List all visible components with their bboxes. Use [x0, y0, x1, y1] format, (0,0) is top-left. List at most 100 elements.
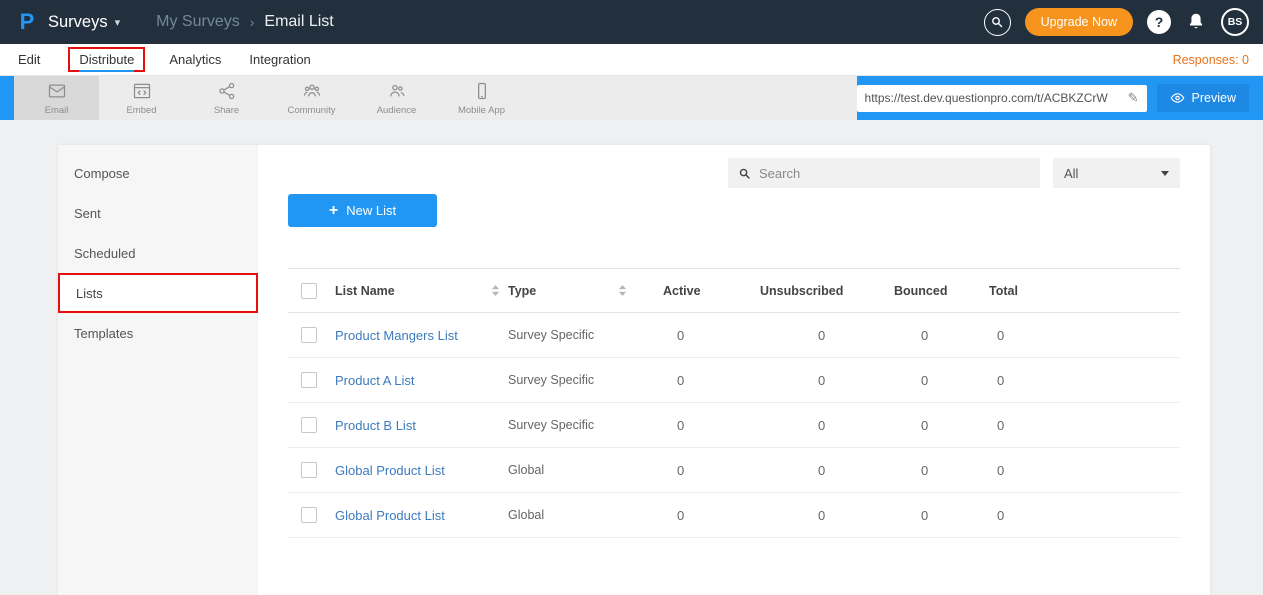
row-checkbox[interactable] — [301, 327, 317, 343]
breadcrumb-separator-icon: › — [250, 14, 255, 30]
row-checkbox[interactable] — [301, 372, 317, 388]
page-content: Compose Sent Scheduled Lists Templates A… — [0, 120, 1263, 595]
unsubscribed-count: 0 — [760, 508, 894, 523]
email-lists-card: Compose Sent Scheduled Lists Templates A… — [58, 145, 1210, 595]
channel-email[interactable]: Email — [14, 76, 99, 120]
sidebar-item-templates[interactable]: Templates — [58, 313, 258, 353]
list-controls: All — [288, 158, 1180, 188]
channel-community-label: Community — [287, 105, 335, 116]
sort-list-name-icon[interactable] — [491, 284, 500, 297]
search-icon — [990, 15, 1004, 29]
surveys-menu-label: Surveys — [48, 13, 108, 32]
unsubscribed-count: 0 — [760, 418, 894, 433]
list-type: Survey Specific — [508, 328, 594, 342]
plus-icon: + — [329, 203, 338, 219]
responses-count[interactable]: Responses: 0 — [1173, 53, 1249, 67]
sidebar-item-lists[interactable]: Lists — [58, 273, 258, 313]
select-all-checkbox[interactable] — [301, 283, 317, 299]
email-sidebar: Compose Sent Scheduled Lists Templates — [58, 145, 258, 595]
tab-analytics[interactable]: Analytics — [169, 52, 221, 67]
list-search-box — [728, 158, 1040, 188]
active-count: 0 — [663, 418, 760, 433]
edit-url-pencil-icon[interactable]: ✎ — [1128, 90, 1139, 106]
user-avatar[interactable]: BS — [1221, 8, 1249, 36]
audience-icon — [387, 81, 407, 101]
preview-button[interactable]: Preview — [1157, 84, 1249, 112]
channel-toolbar: Email Embed Share Community Audience Mob… — [14, 76, 857, 120]
channel-embed[interactable]: Embed — [99, 76, 184, 120]
embed-code-icon — [132, 81, 152, 101]
bounced-count: 0 — [894, 508, 989, 523]
table-row: Product A List Survey Specific 0 0 0 0 — [288, 358, 1180, 403]
topbar-actions: Upgrade Now ? BS — [984, 8, 1249, 36]
breadcrumb-my-surveys[interactable]: My Surveys — [156, 13, 240, 31]
unsubscribed-count: 0 — [760, 328, 894, 343]
surveys-product-menu[interactable]: Surveys ▾ — [48, 13, 120, 32]
notifications-bell-icon[interactable] — [1185, 11, 1207, 33]
distribute-channel-strip: Email Embed Share Community Audience Mob… — [0, 76, 1263, 120]
header-bounced: Bounced — [894, 284, 989, 298]
channel-community[interactable]: Community — [269, 76, 354, 120]
channel-share[interactable]: Share — [184, 76, 269, 120]
tab-edit[interactable]: Edit — [18, 52, 40, 67]
mobile-app-icon — [472, 81, 492, 101]
table-row: Product B List Survey Specific 0 0 0 0 — [288, 403, 1180, 448]
list-name-link[interactable]: Product B List — [335, 418, 416, 433]
eye-icon — [1170, 92, 1185, 104]
list-search-input[interactable] — [759, 166, 1030, 181]
list-name-link[interactable]: Product Mangers List — [335, 328, 458, 343]
active-count: 0 — [663, 328, 760, 343]
lists-panel: All + New List List Name Type — [258, 145, 1210, 595]
tab-distribute[interactable]: Distribute — [79, 52, 134, 72]
sidebar-item-compose[interactable]: Compose — [58, 153, 258, 193]
sidebar-item-sent[interactable]: Sent — [58, 193, 258, 233]
community-icon — [302, 81, 322, 101]
survey-url-input[interactable] — [865, 91, 1124, 105]
new-list-button[interactable]: + New List — [288, 194, 437, 227]
header-active: Active — [663, 284, 760, 298]
channel-audience-label: Audience — [377, 105, 417, 116]
list-filter-value: All — [1064, 166, 1078, 181]
list-name-link[interactable]: Global Product List — [335, 508, 445, 523]
share-icon — [217, 81, 237, 101]
help-button[interactable]: ? — [1147, 10, 1171, 34]
header-total: Total — [989, 284, 1180, 298]
sort-type-icon[interactable] — [618, 284, 627, 297]
list-name-link[interactable]: Product A List — [335, 373, 415, 388]
list-filter-select[interactable]: All — [1053, 158, 1180, 188]
total-count: 0 — [989, 463, 1180, 478]
global-search-button[interactable] — [984, 9, 1011, 36]
chevron-down-icon: ▾ — [115, 16, 121, 29]
tab-integration[interactable]: Integration — [249, 52, 310, 67]
active-count: 0 — [663, 373, 760, 388]
channel-mobile-app[interactable]: Mobile App — [439, 76, 524, 120]
sidebar-item-scheduled[interactable]: Scheduled — [58, 233, 258, 273]
channel-share-label: Share — [214, 105, 239, 116]
survey-link-area: ✎ Preview — [857, 76, 1263, 120]
table-header-row: List Name Type Active Unsubscribed Bounc… — [288, 268, 1180, 313]
list-name-link[interactable]: Global Product List — [335, 463, 445, 478]
row-checkbox[interactable] — [301, 507, 317, 523]
row-checkbox[interactable] — [301, 462, 317, 478]
active-count: 0 — [663, 463, 760, 478]
row-checkbox[interactable] — [301, 417, 317, 433]
channel-embed-label: Embed — [126, 105, 156, 116]
unsubscribed-count: 0 — [760, 463, 894, 478]
bounced-count: 0 — [894, 418, 989, 433]
topbar: P Surveys ▾ My Surveys › Email List Upgr… — [0, 0, 1263, 44]
table-row: Product Mangers List Survey Specific 0 0… — [288, 313, 1180, 358]
preview-button-label: Preview — [1192, 91, 1236, 105]
channel-audience[interactable]: Audience — [354, 76, 439, 120]
list-type: Survey Specific — [508, 373, 594, 387]
survey-section-tabs: Edit Distribute Analytics Integration Re… — [0, 44, 1263, 76]
bounced-count: 0 — [894, 328, 989, 343]
header-type: Type — [508, 284, 536, 298]
upgrade-now-button[interactable]: Upgrade Now — [1025, 8, 1133, 36]
active-count: 0 — [663, 508, 760, 523]
email-icon — [47, 81, 67, 101]
channel-mobile-app-label: Mobile App — [458, 105, 505, 116]
survey-url-box: ✎ — [857, 85, 1147, 112]
table-row: Global Product List Global 0 0 0 0 — [288, 448, 1180, 493]
search-icon — [738, 167, 751, 180]
annotation-box-distribute: Distribute — [68, 47, 145, 72]
